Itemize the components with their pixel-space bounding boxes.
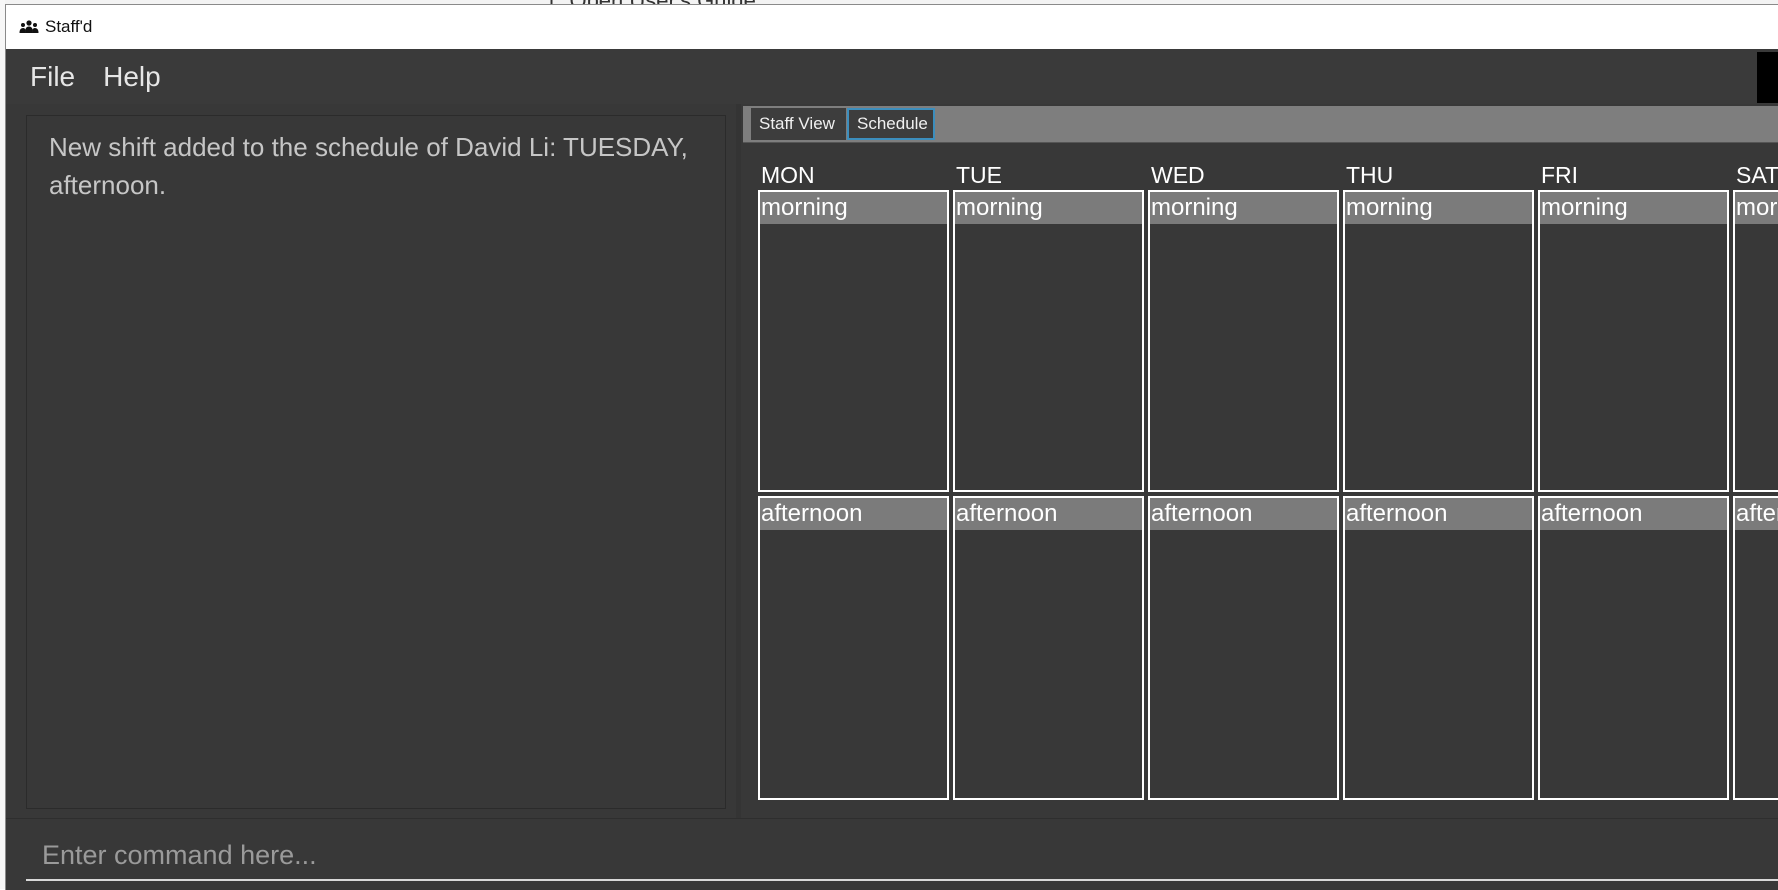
day-header: MON xyxy=(761,162,815,188)
day-column-tue: TUE morning afternoon xyxy=(953,144,1148,814)
title-bar[interactable]: Staff'd xyxy=(6,5,1778,49)
shift-slot-morning[interactable]: morning xyxy=(1538,190,1729,492)
day-header: WED xyxy=(1151,162,1205,188)
menu-file[interactable]: File xyxy=(30,61,75,93)
shift-label: afternoon xyxy=(1345,498,1532,530)
shift-slot-morning[interactable]: morning xyxy=(758,190,949,492)
shift-label: afternoon xyxy=(1150,498,1337,530)
people-group-icon xyxy=(19,20,39,33)
shift-slot-afternoon[interactable]: afternoon xyxy=(758,496,949,800)
day-header: SAT xyxy=(1736,162,1778,188)
shift-label: morning xyxy=(1735,192,1778,224)
shift-label: morning xyxy=(955,192,1142,224)
schedule-grid: MON morning afternoon TUE morning aftern… xyxy=(743,144,1778,814)
menu-bar: File Help xyxy=(6,49,1778,104)
day-header: TUE xyxy=(956,162,1002,188)
shift-slot-morning[interactable]: morning xyxy=(1148,190,1339,492)
shift-label: afternoon xyxy=(955,498,1142,530)
shift-slot-afternoon[interactable]: afternoon xyxy=(953,496,1144,800)
shift-slot-morning[interactable]: morning xyxy=(1343,190,1534,492)
shift-label: morning xyxy=(1540,192,1727,224)
command-input[interactable] xyxy=(26,831,1778,881)
window-title: Staff'd xyxy=(45,17,93,36)
shift-label: morning xyxy=(760,192,947,224)
day-column-mon: MON morning afternoon xyxy=(758,144,953,814)
day-column-thu: THU morning afternoon xyxy=(1343,144,1538,814)
app-window: Staff'd File Help New shift added to the… xyxy=(5,4,1778,890)
shift-slot-morning[interactable]: morning xyxy=(953,190,1144,492)
menubar-black-block xyxy=(1757,52,1778,103)
shift-label: afternoon xyxy=(760,498,947,530)
shift-slot-afternoon[interactable]: afternoon xyxy=(1538,496,1729,800)
tab-divider xyxy=(743,142,1778,143)
result-display[interactable]: New shift added to the schedule of David… xyxy=(26,115,726,809)
split-pane-divider[interactable] xyxy=(736,104,741,818)
day-header: THU xyxy=(1346,162,1394,188)
day-column-sat: SAT morning afternoon xyxy=(1733,144,1778,814)
shift-slot-morning[interactable]: morning xyxy=(1733,190,1778,492)
shift-slot-afternoon[interactable]: afternoon xyxy=(1733,496,1778,800)
tab-header: Staff View Schedule xyxy=(743,106,1778,142)
shift-slot-afternoon[interactable]: afternoon xyxy=(1148,496,1339,800)
tab-pane: Staff View Schedule MON morning afternoo… xyxy=(743,104,1778,818)
shift-label: afternoon xyxy=(1540,498,1727,530)
day-column-wed: WED morning afternoon xyxy=(1148,144,1343,814)
tab-staff-view[interactable]: Staff View xyxy=(751,108,846,140)
day-header: FRI xyxy=(1541,162,1579,188)
menu-help[interactable]: Help xyxy=(103,61,161,93)
shift-label: morning xyxy=(1345,192,1532,224)
tab-schedule[interactable]: Schedule xyxy=(847,108,935,140)
shift-label: afternoon xyxy=(1735,498,1778,530)
main-area: New shift added to the schedule of David… xyxy=(6,104,1778,818)
command-box xyxy=(6,818,1778,890)
result-message: New shift added to the schedule of David… xyxy=(49,132,688,200)
shift-slot-afternoon[interactable]: afternoon xyxy=(1343,496,1534,800)
day-column-fri: FRI morning afternoon xyxy=(1538,144,1733,814)
shift-label: morning xyxy=(1150,192,1337,224)
